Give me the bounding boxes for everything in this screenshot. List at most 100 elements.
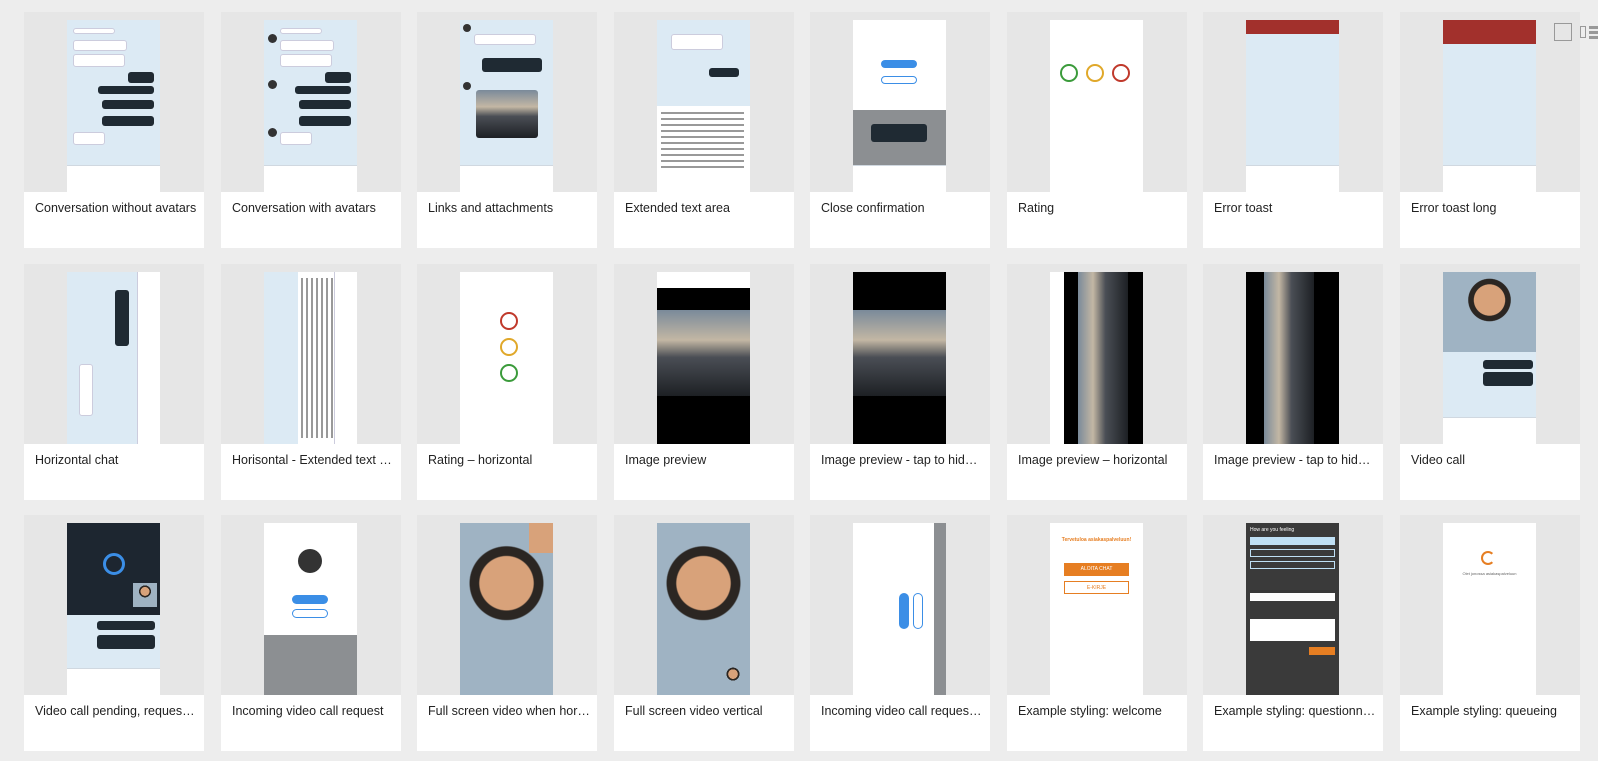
- artboard-thumbnail[interactable]: [614, 12, 794, 192]
- artboard-thumbnail[interactable]: [810, 12, 990, 192]
- image-preview-thumbnail: [853, 272, 946, 444]
- artboard-thumbnail[interactable]: [417, 264, 597, 444]
- artboard-title: Example styling: questionnaire: [1214, 704, 1376, 718]
- artboard-thumbnail[interactable]: [24, 515, 204, 695]
- chat-thumbnail: [67, 20, 160, 192]
- grid-icon[interactable]: [1554, 23, 1572, 41]
- artboard-thumbnail[interactable]: [1007, 12, 1187, 192]
- artboard-title: Image preview: [625, 453, 707, 467]
- chat-thumbnail: [460, 20, 553, 192]
- artboard-title: Error toast: [1214, 201, 1273, 215]
- artboard-title: Links and attachments: [428, 201, 554, 215]
- artboard-card[interactable]: Rating: [1007, 12, 1187, 248]
- image-preview-thumbnail: [1246, 272, 1339, 444]
- artboard-thumbnail[interactable]: [810, 515, 990, 695]
- artboard-grid: Conversation without avatars Conversation…: [0, 0, 1598, 761]
- artboard-thumbnail[interactable]: [417, 515, 597, 695]
- artboard-thumbnail[interactable]: [221, 515, 401, 695]
- artboard-title: Image preview – horizontal: [1018, 453, 1168, 467]
- artboard-card[interactable]: Tervetuloa asiakaspalveluun! ALOITA CHAT E…: [1007, 515, 1187, 751]
- start-chat-button: ALOITA CHAT: [1064, 563, 1129, 576]
- artboard-thumbnail[interactable]: [24, 12, 204, 192]
- artboard-title: Full screen video when horiz...: [428, 704, 590, 718]
- artboard-thumbnail[interactable]: Tervetuloa asiakaspalveluun! ALOITA CHAT E…: [1007, 515, 1187, 695]
- artboard-thumbnail[interactable]: [1400, 12, 1580, 192]
- artboard-card[interactable]: Rating – horizontal: [417, 264, 597, 500]
- dialog-thumbnail: [853, 20, 946, 192]
- artboard-thumbnail[interactable]: How are you feeling: [1203, 515, 1383, 695]
- artboard-thumbnail[interactable]: [614, 264, 794, 444]
- artboard-thumbnail[interactable]: [24, 264, 204, 444]
- artboard-title: Incoming video call request: [232, 704, 384, 718]
- artboard-card[interactable]: How are you feeling Example styling: ques…: [1203, 515, 1383, 751]
- artboard-thumbnail[interactable]: [221, 264, 401, 444]
- chat-thumbnail: [264, 20, 357, 192]
- artboard-title: Conversation with avatars: [232, 201, 376, 215]
- toast-thumbnail: [1443, 20, 1536, 192]
- artboard-thumbnail[interactable]: [614, 515, 794, 695]
- artboard-title: Rating: [1018, 201, 1055, 215]
- video-call-thumbnail: [1443, 272, 1536, 444]
- artboard-thumbnail[interactable]: [1400, 264, 1580, 444]
- artboard-title: Close confirmation: [821, 201, 925, 215]
- artboard-title: Video call: [1411, 453, 1465, 467]
- artboard-card[interactable]: Image preview - tap to hide t...: [1203, 264, 1383, 500]
- chat-thumbnail: [67, 272, 160, 444]
- chat-thumbnail: [264, 272, 357, 444]
- artboard-title: Full screen video vertical: [625, 704, 763, 718]
- welcome-thumbnail: Tervetuloa asiakaspalveluun! ALOITA CHAT E…: [1050, 523, 1143, 695]
- artboard-card[interactable]: Video call pending, request s...: [24, 515, 204, 751]
- incoming-call-thumbnail: [264, 523, 357, 695]
- artboard-card[interactable]: Conversation with avatars: [221, 12, 401, 248]
- artboard-card[interactable]: Full screen video when horiz...: [417, 515, 597, 751]
- video-thumbnail: [657, 523, 750, 695]
- artboard-title: Extended text area: [625, 201, 730, 215]
- video-thumbnail: [460, 523, 553, 695]
- artboard-title: Image preview - tap to hide t...: [1214, 453, 1376, 467]
- artboard-card[interactable]: Horizontal chat: [24, 264, 204, 500]
- artboard-thumbnail[interactable]: [1007, 264, 1187, 444]
- artboard-title: Image preview - tap to hide t...: [821, 453, 983, 467]
- rating-thumbnail: [460, 272, 553, 444]
- artboard-card[interactable]: Incoming video call request ...: [810, 515, 990, 751]
- artboard-card[interactable]: Error toast long: [1400, 12, 1580, 248]
- artboard-title: Horisontal - Extended text ar...: [232, 453, 394, 467]
- artboard-title: Example styling: welcome: [1018, 704, 1162, 718]
- queue-thumbnail: Olet jonossa asiakaspalveluun: [1443, 523, 1536, 695]
- welcome-heading: Tervetuloa asiakaspalveluun!: [1061, 537, 1132, 543]
- artboard-thumbnail[interactable]: [221, 12, 401, 192]
- artboard-card[interactable]: Incoming video call request: [221, 515, 401, 751]
- artboard-thumbnail[interactable]: [1203, 264, 1383, 444]
- artboard-card[interactable]: Image preview - tap to hide t...: [810, 264, 990, 500]
- image-preview-thumbnail: [657, 272, 750, 444]
- artboard-card[interactable]: Full screen video vertical: [614, 515, 794, 751]
- artboard-card[interactable]: Conversation without avatars: [24, 12, 204, 248]
- artboard-card[interactable]: Image preview: [614, 264, 794, 500]
- artboard-thumbnail[interactable]: [810, 264, 990, 444]
- artboard-title: Video call pending, request s...: [35, 704, 197, 718]
- artboard-thumbnail[interactable]: [417, 12, 597, 192]
- queue-text: Olet jonossa asiakaspalveluun: [1462, 571, 1517, 576]
- image-preview-thumbnail: [1050, 272, 1143, 444]
- artboard-card[interactable]: Close confirmation: [810, 12, 990, 248]
- artboard-title: Incoming video call request ...: [821, 704, 983, 718]
- artboard-title: Example styling: queueing: [1411, 704, 1557, 718]
- artboard-card[interactable]: Video call: [1400, 264, 1580, 500]
- rating-thumbnail: [1050, 20, 1143, 192]
- incoming-call-thumbnail: [853, 523, 946, 695]
- email-button: E-KIRJE: [1064, 581, 1129, 594]
- artboard-title: Conversation without avatars: [35, 201, 197, 215]
- artboard-card[interactable]: Horisontal - Extended text ar...: [221, 264, 401, 500]
- artboard-card[interactable]: Image preview – horizontal: [1007, 264, 1187, 500]
- video-call-thumbnail: [67, 523, 160, 695]
- questionnaire-thumbnail: How are you feeling: [1246, 523, 1339, 695]
- artboard-thumbnail[interactable]: Olet jonossa asiakaspalveluun: [1400, 515, 1580, 695]
- artboard-title: Error toast long: [1411, 201, 1497, 215]
- artboard-card[interactable]: Extended text area: [614, 12, 794, 248]
- artboard-card[interactable]: Olet jonossa asiakaspalveluun Example sty…: [1400, 515, 1580, 751]
- toast-thumbnail: [1246, 20, 1339, 192]
- artboard-card[interactable]: Links and attachments: [417, 12, 597, 248]
- artboard-card[interactable]: Error toast: [1203, 12, 1383, 248]
- artboard-thumbnail[interactable]: [1203, 12, 1383, 192]
- list-panel-icon[interactable]: [1580, 23, 1598, 41]
